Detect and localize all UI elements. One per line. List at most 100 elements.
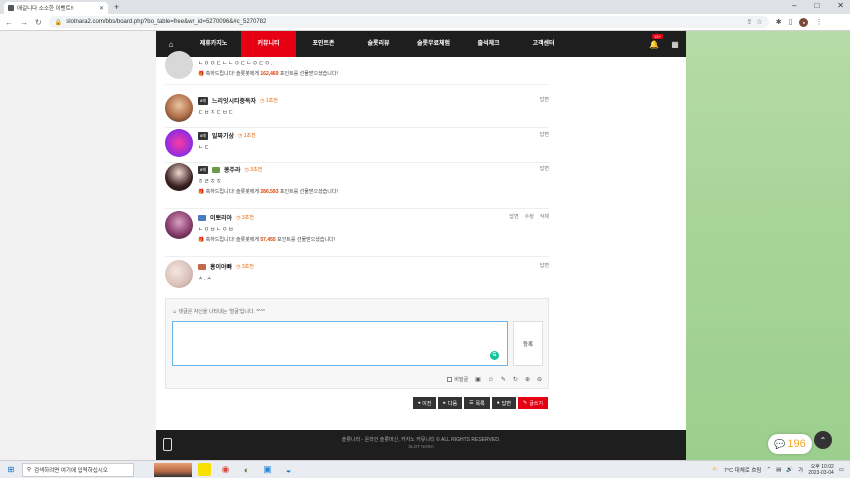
browser-menu-icon[interactable]: ⋮ <box>815 18 822 26</box>
comment-time: ◷ 1초전 <box>260 98 278 104</box>
reply-link[interactable]: 답변 <box>540 165 549 172</box>
reply-link[interactable]: 답변 <box>540 262 549 269</box>
page-background-left <box>0 31 156 460</box>
url-bar[interactable]: 🔒 slotnara2.com/bbs/board.php?bo_table=f… <box>48 16 769 28</box>
gift-icon: 🎁 <box>198 71 206 77</box>
grammarly-icon[interactable]: G <box>490 351 499 360</box>
delete-link[interactable]: 삭제 <box>540 213 549 220</box>
comment-author[interactable]: 홍이아빠 <box>210 262 232 271</box>
comment-actions: 답변 <box>540 131 549 138</box>
volume-icon[interactable]: 🔊 <box>786 467 793 473</box>
forward-icon[interactable]: → <box>20 18 28 27</box>
expand-icon[interactable]: ⊕ <box>525 376 530 383</box>
grid-menu-icon[interactable]: ▦ <box>664 40 686 49</box>
reply-link[interactable]: 답변 <box>540 131 549 138</box>
comment-text: ㅎㄹㅎㅎ <box>198 179 223 185</box>
emoticon-icon[interactable]: ☺ <box>488 377 494 383</box>
comment-text: ㅅ.ㅅ <box>198 276 213 282</box>
ime-icon[interactable]: 가 <box>798 466 803 474</box>
chrome-icon[interactable]: ◉ <box>219 463 232 476</box>
chevron-up-icon: ⌃ <box>819 435 827 445</box>
notification-center-icon[interactable]: ▭ <box>839 467 844 473</box>
comment-textarea[interactable]: G <box>172 321 508 366</box>
windows-start-icon[interactable]: ⊞ <box>0 465 22 474</box>
list-button[interactable]: ☰ 목록 <box>464 397 490 409</box>
point-gift-message: 🎁 축하드립니다! 슬롯봇에게 57,455 포인트를 선물받으셨습니다! <box>198 237 336 243</box>
edit-link[interactable]: 수정 <box>525 213 534 220</box>
gift-icon: 🎁 <box>198 237 206 243</box>
chat-icon: 💬 <box>774 438 786 449</box>
window-controls: – □ ✕ <box>792 1 844 10</box>
point-gift-message: 🎁 축하드립니다! 슬롯봇에게 162,469 포인트를 선물받으셨습니다! <box>198 71 338 77</box>
comment-tools: 비밀글 ▣ ☺ ✎ ↻ ⊕ ⊖ <box>447 376 542 383</box>
extensions-icon[interactable]: ✱ <box>776 18 782 26</box>
refresh-icon[interactable]: ↻ <box>513 376 518 383</box>
post-action-buttons: ◂ 이전 ▸ 다음 ☰ 목록 ● 답변 ✎ 글쓰기 <box>412 397 548 409</box>
network-icon[interactable]: ▤ <box>776 467 781 473</box>
comment-author[interactable]: 콩주라 <box>224 165 241 174</box>
comment-actions: 답변 <box>540 96 549 103</box>
gift-points: 57,455 <box>260 237 276 243</box>
new-tab-button[interactable]: + <box>114 2 119 12</box>
taskbar-clock[interactable]: 오후 10:02 2023-03-04 <box>808 464 834 476</box>
rank-icon <box>198 214 206 221</box>
comment-author[interactable]: 이뽀리아 <box>210 213 232 222</box>
sidebar-icon[interactable]: ▯ <box>789 18 793 26</box>
profile-avatar[interactable]: ● <box>799 17 809 27</box>
next-button[interactable]: ▸ 다음 <box>438 397 463 409</box>
back-icon[interactable]: ← <box>5 18 13 27</box>
tray-chevron-icon[interactable]: ⌃ <box>766 467 771 473</box>
close-tab-icon[interactable]: ✕ <box>99 5 104 12</box>
comment-item: 8레 일짜기상 ◷ 1초전 답변 ㄴㄷ <box>165 129 549 163</box>
pencil-icon[interactable]: ✎ <box>501 376 506 383</box>
minimize-icon[interactable]: – <box>792 1 796 10</box>
close-window-icon[interactable]: ✕ <box>837 1 844 10</box>
checkbox-icon[interactable] <box>447 377 453 382</box>
maximize-icon[interactable]: □ <box>814 1 819 10</box>
gift-points: 286,593 <box>260 189 279 195</box>
system-tray: ⛅ 7°C 대체로 흐림 ⌃ ▤ 🔊 가 오후 10:02 2023-03-04… <box>712 464 850 476</box>
scroll-top-button[interactable]: ⌃ <box>814 431 832 449</box>
browser-tab[interactable]: 애길니다 소소한 이벤트!! ✕ <box>4 2 108 14</box>
taskbar-search[interactable]: ⚲ 검색하려면 여기에 입력하십시오 <box>22 462 134 477</box>
weather-icon: ⛅ <box>712 466 719 473</box>
chat-widget[interactable]: 💬 196 <box>768 434 812 454</box>
search-highlight-image[interactable] <box>154 462 192 477</box>
write-button[interactable]: ✎ 글쓰기 <box>517 397 548 409</box>
app-icon[interactable]: ◐ <box>240 463 253 476</box>
comment-author[interactable]: 일짜기상 <box>212 131 234 140</box>
collapse-icon[interactable]: ⊖ <box>537 376 542 383</box>
chat-bubble-icon: ● <box>496 400 500 406</box>
reply-link[interactable]: 답변 <box>509 213 518 220</box>
share-icon[interactable]: ⇪ <box>747 18 753 26</box>
bookmark-star-icon[interactable]: ☆ <box>756 18 762 26</box>
weather-text[interactable]: 7°C 대체로 흐림 <box>724 466 762 474</box>
comment-actions: 답변 수정 삭제 <box>509 213 549 220</box>
answer-button[interactable]: ● 답변 <box>491 397 516 409</box>
browser-tab-bar: 애길니다 소소한 이벤트!! ✕ + – □ ✕ <box>0 0 850 14</box>
next-icon: ▸ <box>443 400 446 406</box>
comment-text: ㄴㅇㅂㄴㅇㅂ <box>198 227 235 233</box>
gift-points: 162,469 <box>260 71 279 77</box>
reload-icon[interactable]: ↻ <box>35 18 42 27</box>
reply-link[interactable]: 답변 <box>540 96 549 103</box>
notification-bell-icon[interactable]: 🔔 12+ <box>644 33 664 49</box>
submit-comment-button[interactable]: 등록 <box>513 321 543 366</box>
comment-actions: 답변 <box>540 165 549 172</box>
home-icon[interactable]: ⌂ <box>156 40 186 49</box>
search-icon: ⚲ <box>27 466 32 473</box>
avatar <box>165 163 193 191</box>
secret-checkbox[interactable]: 비밀글 <box>447 376 468 383</box>
comment-author[interactable]: 느리잇시티중독자 <box>212 96 256 105</box>
edge-icon[interactable]: ◒ <box>282 463 295 476</box>
image-icon[interactable]: ▣ <box>475 376 481 383</box>
kakaotalk-icon[interactable] <box>198 463 211 476</box>
prev-button[interactable]: ◂ 이전 <box>412 397 437 409</box>
footer-brand: SLOT NARA <box>408 444 434 449</box>
avatar <box>165 260 193 288</box>
comment-item: 이뽀리아 ◷ 3초전 답변 수정 삭제 ㄴㅇㅂㄴㅇㅂ 🎁 축하드립니다! 슬롯봇… <box>165 211 549 257</box>
windows-taskbar: ⊞ ⚲ 검색하려면 여기에 입력하십시오 ◉ ◐ ▣ ◒ ⛅ 7°C 대체로 흐… <box>0 460 850 478</box>
site-footer: 슬롯나라 - 온라인 슬롯머신, 카지노 커뮤니티 © ALL RIGHTS R… <box>156 430 686 460</box>
level-badge: 8레 <box>198 96 208 105</box>
photos-icon[interactable]: ▣ <box>261 463 274 476</box>
